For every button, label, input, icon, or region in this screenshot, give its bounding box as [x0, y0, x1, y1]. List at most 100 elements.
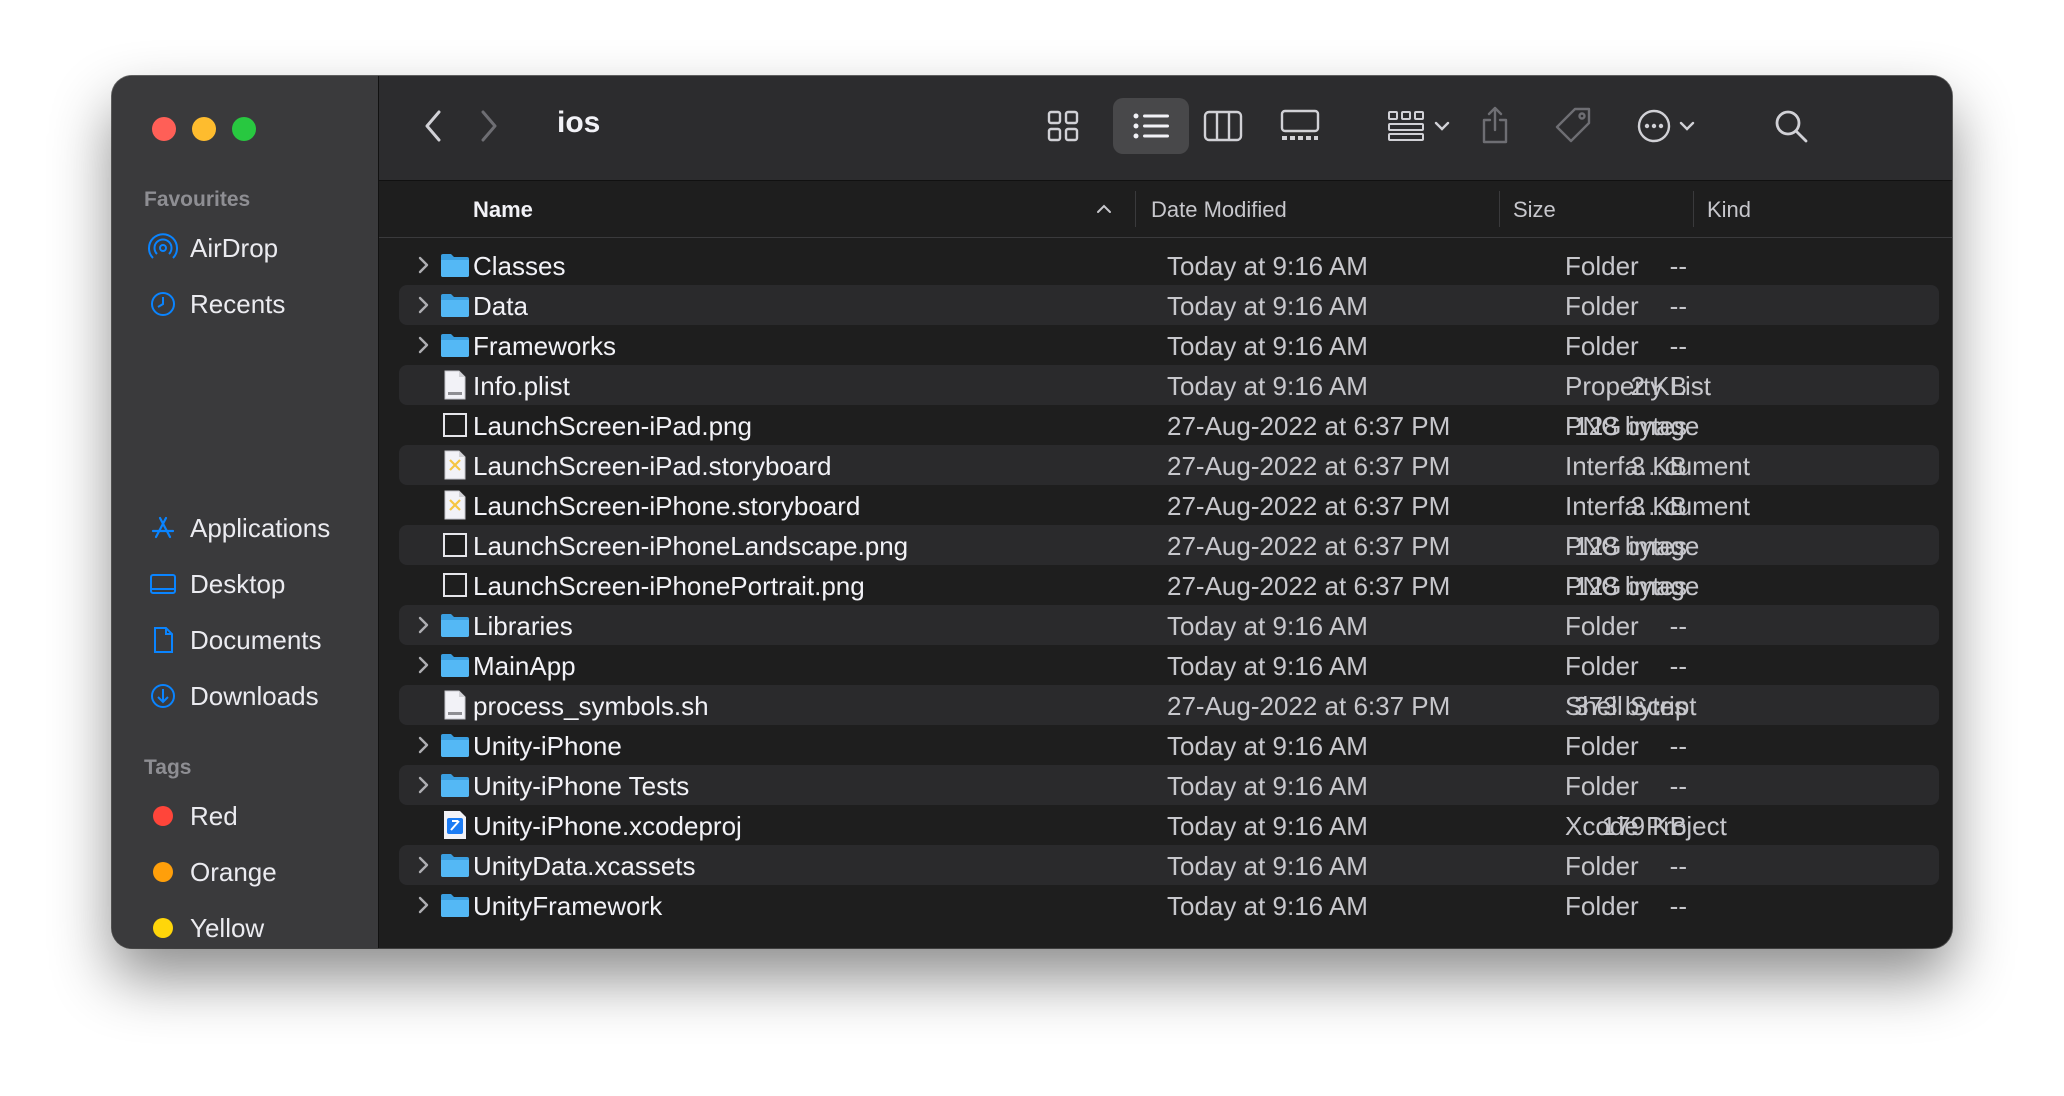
share-icon — [1482, 106, 1508, 144]
forward-icon — [481, 110, 497, 142]
sidebar-item-downloads[interactable]: Downloads — [148, 676, 319, 716]
more-actions-button[interactable] — [1627, 104, 1705, 148]
tag-dot-red — [148, 801, 178, 831]
file-row[interactable]: Unity-iPhone Tests Today at 9:16 AM -- Fold… — [399, 765, 1939, 805]
finder-window: Favourites AirDrop Recents Applications … — [112, 76, 1952, 948]
close-button[interactable] — [152, 117, 176, 141]
sort-ascending-icon — [1097, 204, 1111, 213]
file-size: -- — [1669, 251, 1687, 281]
window-controls — [152, 117, 256, 141]
minimize-button[interactable] — [192, 117, 216, 141]
sidebar-item-desktop[interactable]: Desktop — [148, 564, 285, 604]
file-row[interactable]: LaunchScreen-iPad.png 27-Aug-2022 at 6:37… — [399, 405, 1939, 445]
icon-view-button[interactable] — [1039, 104, 1087, 148]
file-date-modified: Today at 9:16 AM — [1167, 251, 1368, 281]
file-size: -- — [1669, 891, 1687, 921]
disclosure-chevron-icon[interactable] — [411, 611, 435, 639]
file-name: UnityFramework — [473, 891, 663, 921]
sidebar-item-airdrop[interactable]: AirDrop — [148, 228, 278, 268]
file-name: Unity-iPhone Tests — [473, 771, 690, 801]
file-row[interactable]: LaunchScreen-iPhoneLandscape.png 27-Aug-2… — [399, 525, 1939, 565]
sidebar-item-recents[interactable]: Recents — [148, 284, 285, 324]
file-kind: Xcode Project — [1565, 811, 1727, 841]
tag-dot-yellow — [148, 913, 178, 943]
disclosure-chevron-icon[interactable] — [411, 291, 435, 319]
file-row[interactable]: process_symbols.sh 27-Aug-2022 at 6:37 PM… — [399, 685, 1939, 725]
back-button[interactable] — [415, 106, 451, 146]
file-date-modified: Today at 9:16 AM — [1167, 731, 1368, 761]
sidebar-item-documents[interactable]: Documents — [148, 620, 322, 660]
sidebar-item-label: Documents — [190, 624, 322, 655]
downloads-icon — [148, 681, 178, 711]
sidebar: Favourites AirDrop Recents Applications … — [112, 76, 379, 948]
group-by-button[interactable] — [1379, 104, 1459, 148]
file-row[interactable]: MainApp Today at 9:16 AM -- Folder — [399, 645, 1939, 685]
file-row[interactable]: LaunchScreen-iPad.storyboard 27-Aug-2022 … — [399, 445, 1939, 485]
disclosure-chevron-icon[interactable] — [411, 771, 435, 799]
file-row[interactable]: Info.plist Today at 9:16 AM 2 KB Property L… — [399, 365, 1939, 405]
share-button[interactable] — [1475, 100, 1515, 150]
file-row[interactable]: Classes Today at 9:16 AM -- Folder — [399, 245, 1939, 285]
file-row[interactable]: Unity-iPhone Today at 9:16 AM -- Folder — [399, 725, 1939, 765]
search-button[interactable] — [1769, 104, 1813, 148]
forward-button[interactable] — [471, 106, 507, 146]
disclosure-chevron-icon[interactable] — [411, 891, 435, 919]
list-view-button[interactable] — [1113, 98, 1189, 154]
file-kind: Folder — [1565, 891, 1639, 921]
file-size: -- — [1669, 611, 1687, 641]
file-kind: Shell Script — [1565, 691, 1697, 721]
disclosure-chevron-icon[interactable] — [411, 731, 435, 759]
folder-icon — [439, 729, 471, 761]
sidebar-tag-orange[interactable]: Orange — [148, 852, 277, 892]
disclosure-chevron-icon[interactable] — [411, 331, 435, 359]
png-file-icon — [439, 529, 471, 561]
disclosure-chevron-icon[interactable] — [411, 851, 435, 879]
column-header-size[interactable]: Size — [1513, 197, 1556, 223]
disclosure-chevron-icon[interactable] — [411, 251, 435, 279]
sidebar-item-label: Applications — [190, 512, 331, 543]
zoom-button[interactable] — [232, 117, 256, 141]
sidebar-tag-yellow[interactable]: Yellow — [148, 908, 264, 948]
file-row[interactable]: UnityFramework Today at 9:16 AM -- Folder — [399, 885, 1939, 925]
column-view-button[interactable] — [1199, 104, 1247, 148]
file-name: LaunchScreen-iPad.png — [473, 411, 752, 441]
file-row[interactable]: UnityData.xcassets Today at 9:16 AM -- Fold… — [399, 845, 1939, 885]
file-row[interactable]: Frameworks Today at 9:16 AM -- Folder — [399, 325, 1939, 365]
file-name: Data — [473, 291, 528, 321]
tag-button[interactable] — [1551, 102, 1595, 148]
file-size: -- — [1669, 291, 1687, 321]
disclosure-chevron-icon[interactable] — [411, 651, 435, 679]
sidebar-item-label: Yellow — [190, 912, 265, 943]
png-file-icon — [439, 569, 471, 601]
favourites-heading: Favourites — [144, 188, 251, 211]
column-header-date-modified[interactable]: Date Modified — [1151, 197, 1287, 223]
sidebar-item-label: Downloads — [190, 680, 319, 711]
png-file-icon — [439, 409, 471, 441]
file-row[interactable]: Unity-iPhone.xcodeproj Today at 9:16 AM 17… — [399, 805, 1939, 845]
file-date-modified: 27-Aug-2022 at 6:37 PM — [1167, 531, 1451, 561]
file-row[interactable]: Data Today at 9:16 AM -- Folder — [399, 285, 1939, 325]
file-row[interactable]: LaunchScreen-iPhone.storyboard 27-Aug-202… — [399, 485, 1939, 525]
sidebar-item-applications[interactable]: Applications — [148, 508, 330, 548]
file-name: Info.plist — [473, 371, 570, 401]
column-header-name[interactable]: Name — [473, 197, 533, 223]
file-date-modified: Today at 9:16 AM — [1167, 371, 1368, 401]
file-kind: Interfa…cument — [1565, 451, 1750, 481]
sidebar-tag-red[interactable]: Red — [148, 796, 238, 836]
file-name: Unity-iPhone.xcodeproj — [473, 811, 742, 841]
column-separator — [1499, 191, 1500, 227]
file-name: UnityData.xcassets — [473, 851, 696, 881]
sidebar-item-label: Recents — [190, 288, 286, 319]
more-icon — [1637, 109, 1671, 143]
file-row[interactable]: Libraries Today at 9:16 AM -- Folder — [399, 605, 1939, 645]
column-header-kind[interactable]: Kind — [1707, 197, 1751, 223]
column-header-row: Name Date Modified Size Kind — [379, 181, 1952, 238]
file-row[interactable]: LaunchScreen-iPhonePortrait.png 27-Aug-20… — [399, 565, 1939, 605]
file-date-modified: Today at 9:16 AM — [1167, 611, 1368, 641]
icon-view-icon — [1047, 110, 1079, 142]
gallery-view-icon — [1280, 109, 1320, 140]
desktop-icon — [148, 569, 178, 599]
folder-icon — [439, 329, 471, 361]
folder-icon — [439, 289, 471, 321]
gallery-view-button[interactable] — [1273, 104, 1327, 148]
